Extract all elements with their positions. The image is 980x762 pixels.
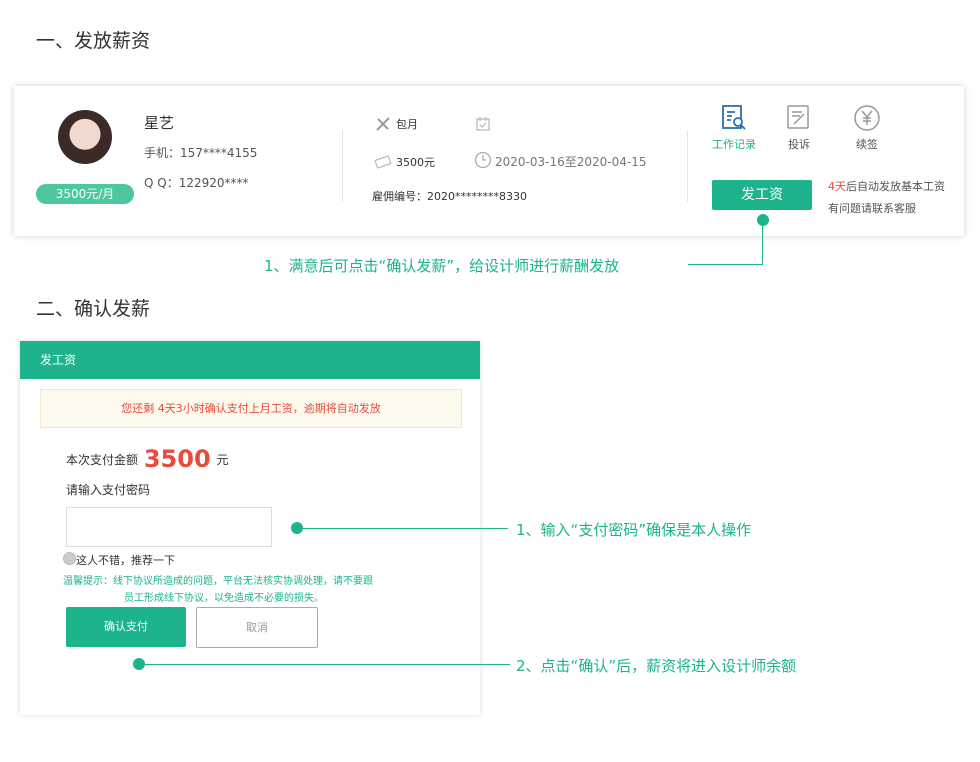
employ-number: 雇佣编号：2020********8330 [372,190,527,203]
document-search-icon [721,105,747,136]
auto-pay-text: 后自动发放基本工资 [846,180,945,193]
designer-qq: Q Q：122920**** [144,176,249,190]
contract-period: 2020-03-16至2020-04-15 [495,155,647,169]
deadline-notice: 您还剩 4天3小时确认支付上月工资，逾期将自动发放 [40,389,462,428]
salary-badge: 3500元/月 [36,184,134,204]
annotation-line-1h [688,264,763,265]
recommend-label: 这人不错，推荐一下 [76,554,175,567]
dialog-header: 发工资 [20,341,480,379]
contact-support-note: 有问题请联系客服 [828,202,916,215]
payment-password-input[interactable] [66,507,272,547]
divider-2 [687,130,688,202]
clock-icon [474,151,492,173]
amount-label: 本次支付金额 [66,453,139,467]
avatar[interactable] [58,110,112,164]
auto-pay-days: 4天 [828,180,846,193]
amount-unit: 元 [216,453,229,467]
annotation-line-1v [762,224,763,265]
calendar-icon [474,115,492,137]
divider-1 [342,130,343,202]
amount-value: 3500 [143,445,211,473]
section-1-title: 一、发放薪资 [36,30,151,52]
amount-row: 本次支付金额 3500 元 [66,445,228,473]
tools-icon [374,115,392,137]
designer-phone: 手机：157****4155 [144,146,258,160]
renew-action[interactable]: 续签 [842,104,892,152]
annotation-dot-1 [757,214,769,226]
annotation-1: 1、满意后可点击“确认发薪”，给设计师进行薪酬发放 [264,257,620,275]
designer-card: 3500元/月 星艺 手机：157****4155 Q Q：122920****… [14,86,964,236]
renew-label: 续签 [856,138,878,151]
yen-circle-icon [853,105,881,136]
tip-line-2: 员工形成线下协议，以免造成不必要的损失。 [124,593,324,604]
password-label: 请输入支付密码 [66,483,151,497]
contract-type: 包月 [396,118,418,131]
edit-document-icon [786,105,812,136]
annotation-3: 2、点击“确认”后，薪资将进入设计师余额 [516,657,797,675]
tip-line-1: 温馨提示：线下协议所造成的问题，平台无法核实协调处理，请不要跟 [63,576,373,587]
auto-pay-note: 4天后自动发放基本工资 [828,178,945,194]
contract-amount: 3500元 [396,156,435,169]
cancel-button[interactable]: 取消 [196,607,318,648]
pay-salary-button[interactable]: 发工资 [712,180,812,210]
annotation-line-2 [300,528,508,529]
work-record-action[interactable]: 工作记录 [704,104,764,152]
recommend-radio[interactable] [63,552,76,565]
annotation-2: 1、输入“支付密码”确保是本人操作 [516,521,752,539]
designer-name[interactable]: 星艺 [144,112,174,133]
annotation-line-3 [142,664,510,665]
section-2-title: 二、确认发薪 [36,298,151,320]
confirm-pay-button[interactable]: 确认支付 [66,607,186,647]
complain-action[interactable]: 投诉 [774,104,824,152]
dialog-title: 发工资 [40,353,77,367]
work-record-label: 工作记录 [712,138,756,151]
money-icon [374,152,392,174]
recommend-row[interactable]: 这人不错，推荐一下 [63,552,175,568]
complain-label: 投诉 [788,138,810,151]
